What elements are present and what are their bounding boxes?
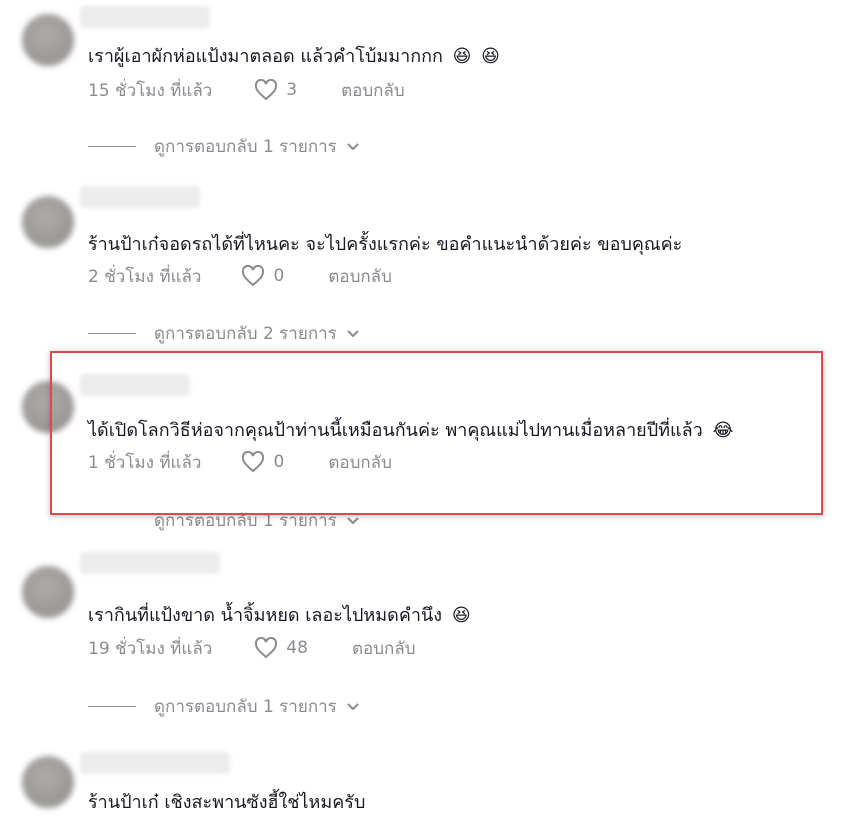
like-group: 0 [241,265,284,287]
comment-text: เรากินที่แป้งขาด น้ำจิ้มหยด เลอะไปหมดคำน… [88,605,471,627]
laughing-emoji: 😆 [452,46,472,67]
view-replies-label: ดูการตอบกลับ 1 รายการ [154,510,337,531]
username-blurred[interactable] [80,752,230,774]
comment-text: ร้านป้าเก๋จอดรถได้ที่ไหนคะ จะไปครั้งแรกค… [88,234,682,256]
avatar[interactable] [22,14,74,66]
comment-text: ได้เปิดโลกวิธีห่อจากคุณป้าท่านนี้เหมือนก… [88,420,734,442]
chevron-down-icon [347,517,359,525]
comment-meta: 2 ชั่วโมง ที่แล้ว 0 ตอบกลับ [88,264,392,288]
like-count: 48 [286,638,308,658]
username-blurred[interactable] [80,374,190,396]
heart-icon[interactable] [241,451,265,473]
avatar[interactable] [22,566,74,618]
avatar[interactable] [22,196,74,248]
view-replies-button[interactable]: ดูการตอบกลับ 2 รายการ [88,321,359,345]
comment-time: 15 ชั่วโมง ที่แล้ว [88,80,213,101]
view-replies-button[interactable]: ดูการตอบกลับ 1 รายการ [88,508,359,532]
like-count: 0 [273,266,285,286]
laughing-emoji: 😆 [481,46,500,67]
reply-button[interactable]: ตอบกลับ [352,635,416,662]
comment-meta: 15 ชั่วโมง ที่แล้ว 3 ตอบกลับ [88,78,405,102]
comment-body: เรากินที่แป้งขาด น้ำจิ้มหยด เลอะไปหมดคำน… [88,605,443,626]
replies-divider [88,705,136,707]
comment-time: 2 ชั่วโมง ที่แล้ว [88,266,202,287]
comment-body: ร้านป้าเก๋ เชิงสะพานซังฮี้ใช่ไหมครับ [88,792,366,813]
reply-button[interactable]: ตอบกลับ [341,77,405,104]
heart-icon[interactable] [241,265,265,287]
reply-button[interactable]: ตอบกลับ [328,449,392,476]
like-count: 3 [286,80,298,100]
comment-text: เราผู้เอาผักห่อแป้งมาตลอด แล้วคำโบ้มมากก… [88,46,500,68]
comment-time: 19 ชั่วโมง ที่แล้ว [88,638,213,659]
comment-meta: 1 ชั่วโมง ที่แล้ว 0 ตอบกลับ [88,450,392,474]
comment-text: ร้านป้าเก๋ เชิงสะพานซังฮี้ใช่ไหมครับ [88,792,365,814]
chevron-down-icon [347,143,359,151]
replies-divider [88,332,136,334]
like-group: 48 [254,637,308,659]
like-group: 3 [254,79,297,101]
tears-of-joy-emoji: 😂 [712,420,734,441]
view-replies-label: ดูการตอบกลับ 2 รายการ [154,323,337,344]
view-replies-button[interactable]: ดูการตอบกลับ 1 รายการ [88,134,359,158]
reply-button[interactable]: ตอบกลับ [328,263,392,290]
view-replies-button[interactable]: ดูการตอบกลับ 1 รายการ [88,694,359,718]
username-blurred[interactable] [80,552,220,574]
like-group: 0 [241,451,284,473]
view-replies-label: ดูการตอบกลับ 1 รายการ [154,136,337,157]
replies-divider [88,145,136,147]
view-replies-label: ดูการตอบกลับ 1 รายการ [154,696,337,717]
username-blurred[interactable] [80,6,210,28]
like-count: 0 [273,452,285,472]
laughing-emoji: 😆 [451,605,471,626]
comment-meta: 19 ชั่วโมง ที่แล้ว 48 ตอบกลับ [88,636,415,660]
avatar[interactable] [22,381,74,433]
avatar[interactable] [22,756,74,808]
chevron-down-icon [347,330,359,338]
heart-icon[interactable] [254,79,278,101]
chevron-down-icon [347,703,359,711]
heart-icon[interactable] [254,637,278,659]
comment-time: 1 ชั่วโมง ที่แล้ว [88,452,202,473]
comment-body: ได้เปิดโลกวิธีห่อจากคุณป้าท่านนี้เหมือนก… [88,420,703,441]
username-blurred[interactable] [80,186,200,208]
comment-body: ร้านป้าเก๋จอดรถได้ที่ไหนคะ จะไปครั้งแรกค… [88,234,683,255]
comment-body: เราผู้เอาผักห่อแป้งมาตลอด แล้วคำโบ้มมากก… [88,46,443,67]
